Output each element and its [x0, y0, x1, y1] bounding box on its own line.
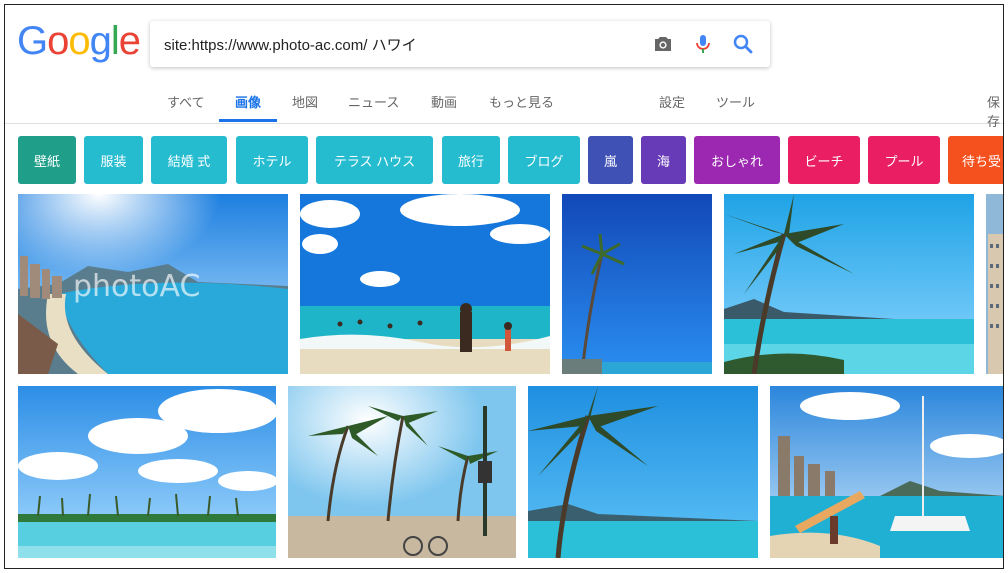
image-result[interactable]: [562, 194, 712, 374]
chip-label: 海: [656, 153, 670, 169]
safesearch-link[interactable]: 保存: [987, 92, 1003, 130]
chip-wallpaper-phone[interactable]: 待ち受: [948, 136, 1003, 184]
search-tabs: すべて 画像 地図 ニュース 動画 もっと見る 設定 ツール 保存: [5, 85, 1003, 129]
chip-label: ホテル: [252, 153, 292, 169]
chip-terrace-house[interactable]: テラス ハウス: [316, 136, 433, 184]
google-logo[interactable]: Google: [17, 19, 141, 64]
chip-pool[interactable]: プール: [868, 136, 940, 184]
related-chips: 壁紙 服装 結婚 式 ホテル テラス ハウス 旅行 ブログ 嵐 海 おしゃれ ビ…: [5, 136, 1003, 186]
logo-letter: l: [110, 19, 120, 63]
chip-storm[interactable]: 嵐: [588, 136, 633, 184]
tab-maps[interactable]: 地図: [292, 92, 318, 111]
settings-link[interactable]: 設定: [659, 92, 685, 111]
active-tab-underline: [219, 119, 277, 122]
chip-wedding[interactable]: 結婚 式: [151, 136, 227, 184]
chip-label: 服装: [100, 153, 127, 169]
chip-outfit[interactable]: 服装: [84, 136, 143, 184]
tab-more[interactable]: もっと見る: [489, 92, 554, 111]
camera-icon[interactable]: [651, 32, 675, 56]
browser-frame: Google site:https://www.photo-ac.com/ ハワ…: [4, 4, 1004, 569]
image-result[interactable]: [288, 386, 516, 558]
chip-label: ブログ: [524, 153, 564, 169]
search-icon[interactable]: [731, 32, 755, 56]
chip-stylish[interactable]: おしゃれ: [694, 136, 780, 184]
chip-label: ビーチ: [804, 153, 844, 169]
chip-label: 壁紙: [33, 153, 60, 169]
chip-label: プール: [884, 153, 924, 169]
chip-hotel[interactable]: ホテル: [236, 136, 308, 184]
chip-label: テラス ハウス: [333, 153, 416, 169]
logo-letter: o: [68, 19, 90, 63]
chip-blog[interactable]: ブログ: [508, 136, 580, 184]
image-result[interactable]: [986, 194, 1003, 374]
chip-sea[interactable]: 海: [641, 136, 686, 184]
image-result[interactable]: [770, 386, 1003, 558]
image-result[interactable]: [18, 386, 276, 558]
logo-letter: G: [17, 19, 48, 63]
logo-letter: g: [89, 19, 112, 63]
chip-label: 嵐: [603, 153, 617, 169]
tools-link[interactable]: ツール: [716, 92, 755, 111]
chip-label: 旅行: [457, 153, 484, 169]
logo-letter: e: [118, 19, 141, 63]
image-result[interactable]: [528, 386, 758, 558]
chip-travel[interactable]: 旅行: [442, 136, 500, 184]
image-result[interactable]: [724, 194, 974, 374]
chip-beach[interactable]: ビーチ: [788, 136, 860, 184]
search-box[interactable]: site:https://www.photo-ac.com/ ハワイ: [150, 21, 770, 67]
logo-letter: o: [47, 19, 69, 63]
tab-images[interactable]: 画像: [235, 92, 261, 111]
image-result[interactable]: [300, 194, 550, 374]
microphone-icon[interactable]: [691, 32, 715, 56]
tab-videos[interactable]: 動画: [431, 92, 457, 111]
chip-wallpaper[interactable]: 壁紙: [18, 136, 76, 184]
chip-label: 待ち受: [962, 153, 1002, 169]
photoac-watermark: photoAC: [73, 269, 200, 304]
tab-all[interactable]: すべて: [167, 92, 205, 111]
search-input[interactable]: site:https://www.photo-ac.com/ ハワイ: [164, 34, 417, 55]
chip-label: おしゃれ: [710, 153, 763, 169]
image-result[interactable]: photoAC: [18, 194, 288, 374]
chip-label: 結婚 式: [167, 153, 211, 169]
tab-news[interactable]: ニュース: [348, 92, 399, 111]
